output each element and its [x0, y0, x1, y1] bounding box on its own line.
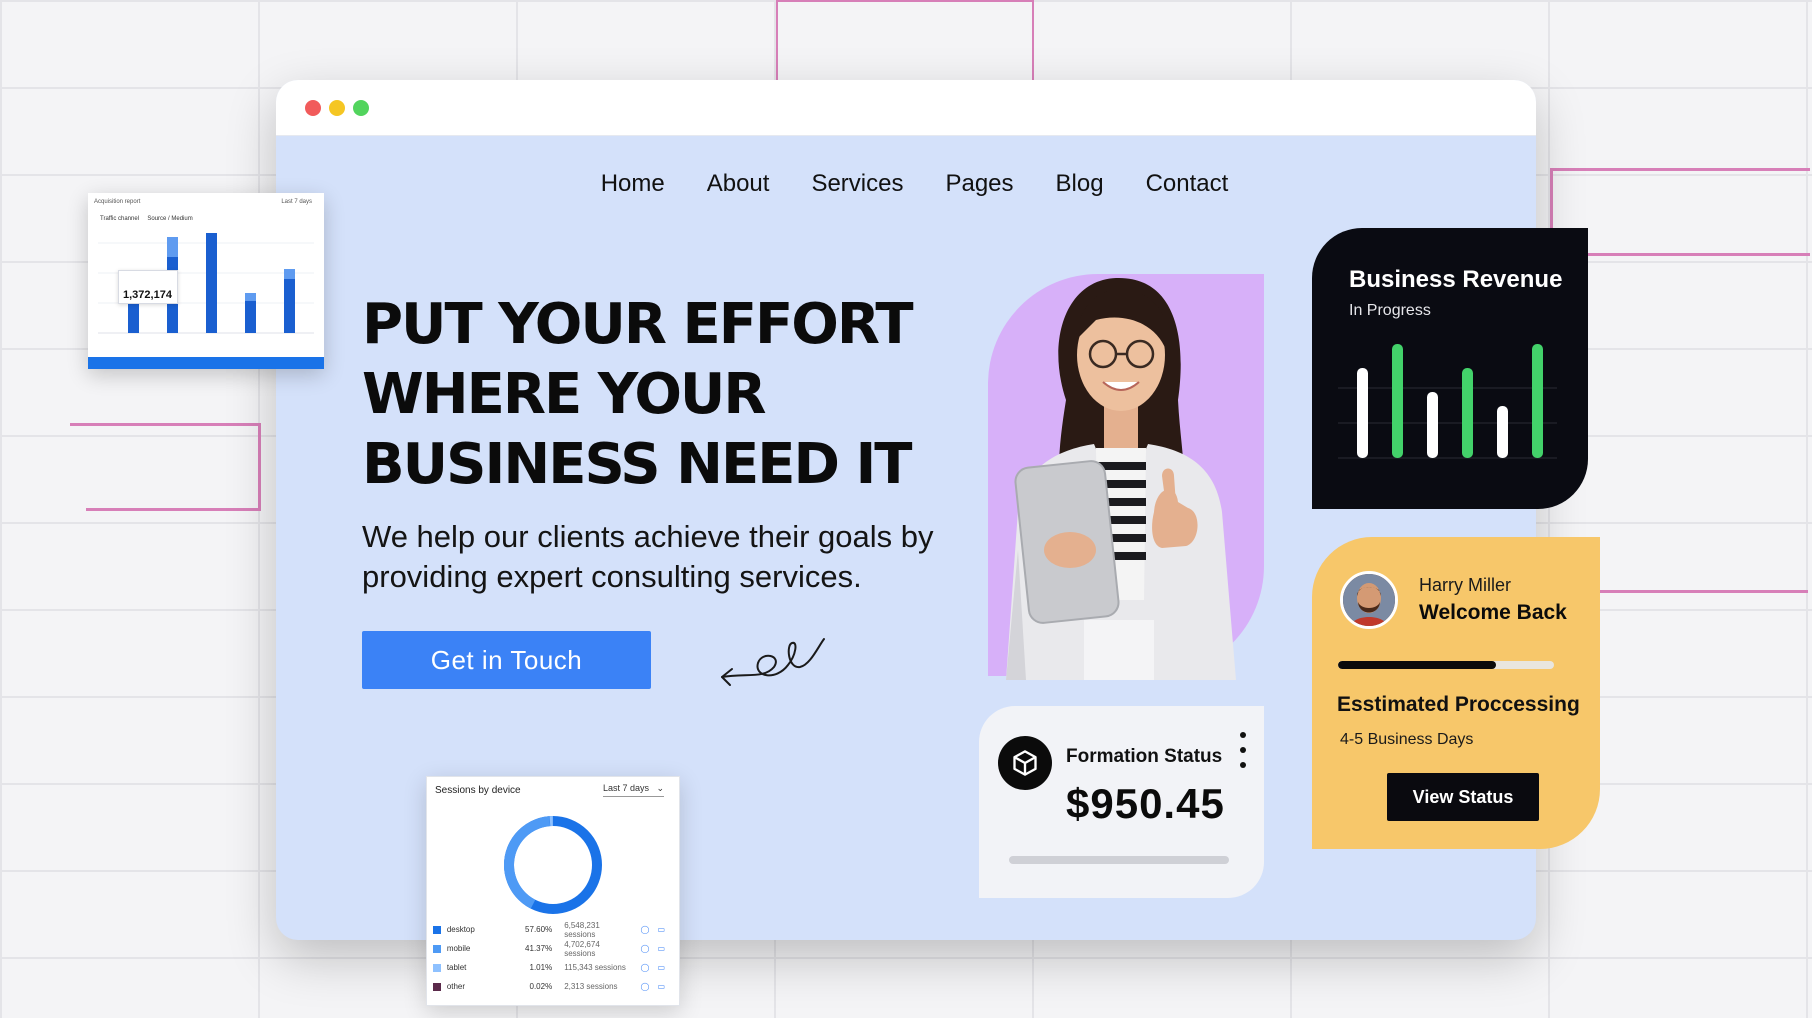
acquisition-report-tabs: Traffic channel Source / Medium	[100, 216, 193, 222]
revenue-bar	[1357, 368, 1368, 458]
decor-line	[1032, 0, 1034, 82]
row-action-icons[interactable]: ◯▭	[640, 963, 673, 972]
sessions-by-device-card: Sessions by device Last 7 days ⌄ desktop…	[426, 776, 680, 1006]
nav-item-pages[interactable]: Pages	[945, 170, 1013, 198]
device-name: mobile	[446, 944, 471, 953]
nav-item-home[interactable]: Home	[601, 170, 665, 198]
business-revenue-chart	[1338, 344, 1557, 459]
table-row: mobile 41.37% 4,702,674 sessions ◯▭	[433, 939, 673, 958]
legend-swatch	[433, 925, 441, 934]
acquisition-bar	[245, 293, 256, 301]
nav-item-contact[interactable]: Contact	[1146, 170, 1229, 198]
get-in-touch-button[interactable]: Get in Touch	[362, 631, 651, 689]
hero-subtext: We help our clients achieve their goals …	[362, 519, 934, 594]
table-row: desktop 57.60% 6,548,231 sessions ◯▭	[433, 920, 673, 939]
revenue-bar	[1392, 344, 1403, 458]
decor-line	[776, 0, 1034, 2]
row-action-icons[interactable]: ◯▭	[640, 982, 673, 991]
revenue-bar	[1532, 344, 1543, 458]
decor-line	[258, 423, 261, 511]
device-sessions: 6,548,231 sessions	[564, 920, 600, 939]
nav-item-blog[interactable]: Blog	[1056, 170, 1104, 198]
sessions-by-device-title: Sessions by device	[435, 785, 521, 796]
acquisition-report-card: Acquisition report Last 7 days Traffic c…	[88, 193, 324, 369]
sessions-range-dropdown[interactable]: Last 7 days ⌄	[603, 783, 665, 797]
table-row: other 0.02% 2,313 sessions ◯▭	[433, 977, 673, 996]
welcome-card: Harry Miller Welcome Back Esstimated Pro…	[1312, 537, 1600, 849]
device-name: desktop	[446, 925, 475, 934]
decor-line	[1550, 168, 1810, 171]
sessions-range-label: Last 7 days	[603, 783, 650, 793]
formation-status-card: Formation Status $950.45	[979, 706, 1264, 898]
legend-swatch	[433, 963, 441, 972]
formation-status-amount: $950.45	[1066, 780, 1225, 827]
row-action-icons[interactable]: ◯▭	[640, 925, 673, 934]
decor-line	[1550, 253, 1810, 256]
business-revenue-title: Business Revenue	[1349, 266, 1563, 293]
acquisition-report-footer	[88, 357, 324, 369]
revenue-bar	[1427, 392, 1438, 458]
nav-item-services[interactable]: Services	[811, 170, 903, 198]
nav-item-about[interactable]: About	[707, 170, 770, 198]
formation-status-progress	[1009, 856, 1229, 864]
device-sessions: 4,702,674 sessions	[564, 939, 600, 958]
view-status-button[interactable]: View Status	[1387, 773, 1539, 821]
more-vertical-icon[interactable]	[1235, 732, 1251, 768]
processing-progress-bar	[1338, 661, 1554, 669]
tab-traffic-channel[interactable]: Traffic channel	[100, 216, 139, 222]
box-icon	[998, 736, 1052, 790]
device-name: other	[446, 982, 466, 991]
avatar	[1340, 571, 1398, 629]
revenue-bar	[1462, 368, 1473, 458]
device-sessions: 2,313 sessions	[564, 982, 618, 991]
close-window-button[interactable]	[305, 100, 321, 116]
business-revenue-card: Business Revenue In Progress	[1312, 228, 1588, 509]
maximize-window-button[interactable]	[353, 100, 369, 116]
estimated-processing-value: 4-5 Business Days	[1340, 731, 1474, 748]
browser-titlebar	[276, 80, 1536, 136]
businesswoman-image	[1006, 277, 1236, 680]
device-percent: 57.60%	[525, 925, 553, 934]
acquisition-bar	[206, 233, 217, 333]
main-nav: Home About Services Pages Blog Contact	[276, 170, 1536, 198]
legend-swatch	[433, 944, 441, 953]
welcome-greeting: Welcome Back	[1419, 601, 1567, 624]
business-revenue-subtitle: In Progress	[1349, 302, 1431, 319]
legend-swatch	[433, 982, 441, 991]
device-sessions: 115,343 sessions	[564, 963, 626, 972]
sessions-table: desktop 57.60% 6,548,231 sessions ◯▭ mob…	[433, 920, 673, 996]
acquisition-bar	[167, 237, 178, 257]
device-percent: 41.37%	[525, 944, 553, 953]
sessions-donut-chart	[504, 816, 602, 914]
decor-line	[776, 0, 778, 82]
tooltip-value: 1,372,174	[123, 289, 172, 301]
row-action-icons[interactable]: ◯▭	[640, 944, 673, 953]
device-percent: 0.02%	[529, 982, 553, 991]
device-percent: 1.01%	[529, 963, 553, 972]
processing-progress-fill	[1338, 661, 1496, 669]
user-name: Harry Miller	[1419, 575, 1511, 595]
squiggle-arrow-icon	[721, 638, 825, 686]
acquisition-report-title: Acquisition report	[94, 199, 141, 205]
minimize-window-button[interactable]	[329, 100, 345, 116]
decor-line	[70, 423, 260, 426]
acquisition-report-range[interactable]: Last 7 days	[281, 199, 312, 205]
acquisition-bar	[284, 269, 295, 279]
table-row: tablet 1.01% 115,343 sessions ◯▭	[433, 958, 673, 977]
revenue-bar	[1497, 406, 1508, 458]
tab-source-medium[interactable]: Source / Medium	[147, 216, 192, 222]
hero-headline: PUT YOUR EFFORT WHERE YOUR BUSINESS NEED…	[362, 292, 914, 497]
estimated-processing-title: Esstimated Proccessing	[1337, 693, 1580, 716]
decor-line	[86, 508, 261, 511]
formation-status-title: Formation Status	[1066, 746, 1223, 767]
acquisition-report-tooltip: 1,372,174	[118, 270, 178, 304]
chevron-down-icon: ⌄	[651, 783, 665, 793]
device-name: tablet	[446, 963, 467, 972]
